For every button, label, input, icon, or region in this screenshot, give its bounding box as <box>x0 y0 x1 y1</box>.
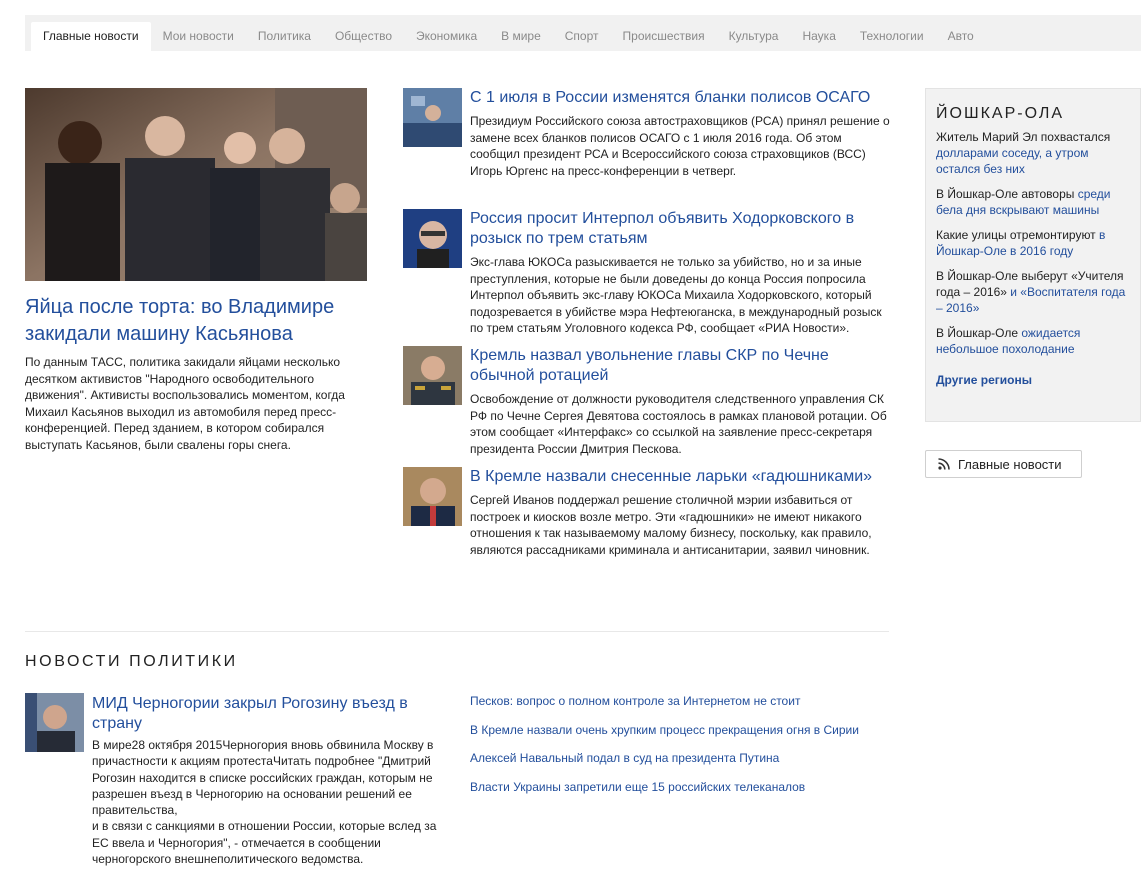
news-title[interactable]: С 1 июля в России изменятся бланки полис… <box>470 88 893 108</box>
politics-thumb[interactable] <box>25 693 84 752</box>
tab-world[interactable]: В мире <box>489 22 553 51</box>
tab-society[interactable]: Общество <box>323 22 404 51</box>
region-item-text: В Йошкар-Оле автоворы <box>936 187 1078 201</box>
tab-sport[interactable]: Спорт <box>553 22 611 51</box>
region-item: Житель Марий Эл похвастался долларами со… <box>936 129 1130 177</box>
news-item: Кремль назвал увольнение главы СКР по Че… <box>403 346 893 457</box>
news-text: Президиум Российского союза автостраховщ… <box>470 114 890 178</box>
rss-main-news-button[interactable]: Главные новости <box>925 450 1082 478</box>
news-item: С 1 июля в России изменятся бланки полис… <box>403 88 893 179</box>
news-title[interactable]: В Кремле назвали снесенные ларьки «гадюш… <box>470 467 893 487</box>
region-item-text: В Йошкар-Оле <box>936 326 1022 340</box>
news-text: Освобождение от должности руководителя с… <box>470 392 887 456</box>
tab-science[interactable]: Наука <box>790 22 847 51</box>
politics-link[interactable]: В Кремле назвали очень хрупким процесс п… <box>470 721 900 750</box>
news-item: Россия просит Интерпол объявить Ходорков… <box>403 209 893 337</box>
news-thumb[interactable] <box>403 209 462 268</box>
news-title[interactable]: Кремль назвал увольнение главы СКР по Че… <box>470 346 893 386</box>
region-item: Какие улицы отремонтируют в Йошкар-Оле в… <box>936 227 1130 259</box>
tab-my-news[interactable]: Мои новости <box>151 22 246 51</box>
news-text: Экс-глава ЮКОСа разыскивается не только … <box>470 255 882 335</box>
region-item-text: Какие улицы отремонтируют <box>936 228 1100 242</box>
news-item: В Кремле назвали снесенные ларьки «гадюш… <box>403 467 893 558</box>
tab-culture[interactable]: Культура <box>717 22 791 51</box>
lead-story-image[interactable] <box>25 88 367 281</box>
news-thumb[interactable] <box>403 346 462 405</box>
tab-politics[interactable]: Политика <box>246 22 323 51</box>
region-news-box: ЙОШКАР-ОЛА Житель Марий Эл похвастался д… <box>925 88 1141 422</box>
region-item: В Йошкар-Оле выберут «Учителя года – 201… <box>936 268 1130 316</box>
tab-economy[interactable]: Экономика <box>404 22 489 51</box>
tab-incidents[interactable]: Происшествия <box>611 22 717 51</box>
politics-section-title: НОВОСТИ ПОЛИТИКИ <box>25 653 238 670</box>
politics-main-text: В мире28 октября 2015Черногория вновь об… <box>92 738 437 867</box>
region-title: ЙОШКАР-ОЛА <box>936 105 1065 122</box>
news-title[interactable]: Россия просит Интерпол объявить Ходорков… <box>470 209 893 249</box>
politics-link[interactable]: Власти Украины запретили еще 15 российск… <box>470 778 900 807</box>
region-item: В Йошкар-Оле ожидается небольшое похолод… <box>936 325 1130 357</box>
tab-main-news[interactable]: Главные новости <box>31 22 151 51</box>
lead-story-title[interactable]: Яйца после торта: во Владимире закидали … <box>25 294 370 348</box>
region-item-text: Житель Марий Эл похвастался <box>936 130 1111 144</box>
politics-links: Песков: вопрос о полном контроле за Инте… <box>470 692 900 807</box>
other-regions-link[interactable]: Другие регионы <box>936 373 1130 387</box>
rss-icon <box>938 458 950 470</box>
lead-story-text: По данным ТАСС, политика закидали яйцами… <box>25 355 345 452</box>
region-item-link[interactable]: долларами соседу, а утром остался без ни… <box>936 146 1089 176</box>
news-thumb[interactable] <box>403 467 462 526</box>
section-divider <box>25 631 889 632</box>
politics-link[interactable]: Алексей Навальный подал в суд на президе… <box>470 749 900 778</box>
news-text: Сергей Иванов поддержал решение столично… <box>470 493 872 557</box>
tab-auto[interactable]: Авто <box>936 22 986 51</box>
politics-main-title[interactable]: МИД Черногории закрыл Рогозину въезд в с… <box>92 694 442 734</box>
rss-button-label: Главные новости <box>958 456 1062 472</box>
tab-technology[interactable]: Технологии <box>848 22 936 51</box>
news-thumb[interactable] <box>403 88 462 147</box>
politics-link[interactable]: Песков: вопрос о полном контроле за Инте… <box>470 692 900 721</box>
region-item: В Йошкар-Оле автоворы среди бела дня вск… <box>936 186 1130 218</box>
top-nav: Главные новости Мои новости Политика Общ… <box>25 15 1141 51</box>
